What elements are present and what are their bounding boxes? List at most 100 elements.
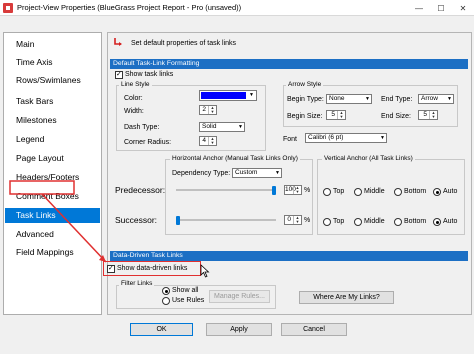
color-picker[interactable]: ▼ xyxy=(199,90,257,101)
predecessor-slider-thumb[interactable] xyxy=(272,186,276,195)
vertical-anchor-title: Vertical Anchor (All Task Links) xyxy=(322,155,415,163)
font-label: Font xyxy=(283,136,298,143)
pred-bottom-radio[interactable] xyxy=(394,188,402,196)
pred-middle-radio[interactable] xyxy=(354,188,362,196)
end-size-label: End Size: xyxy=(381,113,411,120)
ok-button[interactable]: OK xyxy=(130,323,193,336)
cancel-button[interactable]: Cancel xyxy=(281,323,347,336)
successor-percent: % xyxy=(304,217,311,224)
pred-bottom-label: Bottom xyxy=(404,188,427,195)
begin-size-value: 5 xyxy=(331,111,335,118)
nav-item-task-bars[interactable]: Task Bars xyxy=(5,94,100,109)
corner-radius-stepper[interactable]: 4 ▲ ▼ xyxy=(199,136,217,146)
page-header: Set default properties of task links xyxy=(131,40,237,47)
show-all-label: Show all xyxy=(172,287,199,294)
successor-slider-thumb[interactable] xyxy=(176,216,180,225)
nav-item-rows-swimlanes[interactable]: Rows/Swimlanes xyxy=(5,73,100,88)
manage-rules-button[interactable]: Manage Rules... xyxy=(209,290,270,303)
where-are-my-links-button[interactable]: Where Are My Links? xyxy=(299,291,394,304)
spin-arrows-icon[interactable]: ▲ ▼ xyxy=(208,137,216,145)
succ-bottom-radio[interactable] xyxy=(394,218,402,226)
successor-input[interactable]: 0 ▲ ▼ xyxy=(284,215,302,225)
width-stepper[interactable]: 2 ▲ ▼ xyxy=(199,105,217,115)
app-icon xyxy=(3,3,13,13)
show-all-radio[interactable] xyxy=(162,287,170,295)
color-swatch xyxy=(201,92,246,99)
show-task-links-checkbox[interactable] xyxy=(115,70,123,79)
succ-top-radio[interactable] xyxy=(323,218,331,226)
window-controls: — ☐ ✕ xyxy=(408,0,474,16)
task-link-icon xyxy=(114,38,122,46)
predecessor-input[interactable]: 100 ▲ ▼ xyxy=(284,185,302,195)
minimize-icon[interactable]: — xyxy=(408,0,430,16)
nav-item-legend[interactable]: Legend xyxy=(5,132,100,147)
font-select[interactable]: Calibri (6 pt) ▼ xyxy=(305,133,387,143)
succ-bottom-label: Bottom xyxy=(404,218,427,225)
dependency-type-label: Dependency Type: xyxy=(172,170,231,177)
spin-arrows-icon[interactable]: ▲ ▼ xyxy=(293,216,301,224)
end-size-value: 5 xyxy=(423,111,427,118)
width-value: 2 xyxy=(202,106,206,113)
use-rules-radio[interactable] xyxy=(162,297,170,305)
succ-middle-label: Middle xyxy=(364,218,385,225)
nav-item-advanced[interactable]: Advanced xyxy=(5,227,100,242)
successor-label: Successor: xyxy=(115,215,158,225)
nav-item-field-mappings[interactable]: Field Mappings xyxy=(5,245,100,260)
font-value: Calibri (6 pt) xyxy=(308,134,344,141)
nav-item-comment-boxes[interactable]: Comment Boxes xyxy=(5,189,100,204)
predecessor-label: Predecessor: xyxy=(115,185,166,195)
highlight-box xyxy=(103,261,201,276)
spin-arrows-icon[interactable]: ▲ ▼ xyxy=(208,106,216,114)
chevron-down-icon: ▼ xyxy=(275,170,280,176)
section-title-default: Default Task-Link Formatting xyxy=(110,59,468,69)
predecessor-percent: % xyxy=(304,187,311,194)
nav-item-headers-footers[interactable]: Headers/Footers xyxy=(5,170,100,185)
predecessor-slider-track[interactable] xyxy=(176,189,276,191)
dash-type-select[interactable]: Solid ▼ xyxy=(199,122,245,132)
successor-slider-track[interactable] xyxy=(176,219,276,221)
nav-item-main[interactable]: Main xyxy=(5,37,100,52)
dependency-type-select[interactable]: Custom ▼ xyxy=(232,168,282,178)
nav-item-page-layout[interactable]: Page Layout xyxy=(5,151,100,166)
begin-type-label: Begin Type: xyxy=(287,96,324,103)
pred-top-radio[interactable] xyxy=(323,188,331,196)
begin-type-select[interactable]: None ▼ xyxy=(326,94,372,104)
succ-auto-label: Auto xyxy=(443,218,458,225)
arrow-style-title: Arrow Style xyxy=(286,81,324,89)
succ-auto-radio[interactable] xyxy=(433,218,441,226)
pred-top-label: Top xyxy=(333,188,345,195)
spin-arrows-icon[interactable]: ▲ ▼ xyxy=(337,111,345,119)
corner-radius-label: Corner Radius: xyxy=(124,139,172,146)
end-type-value: Arrow xyxy=(421,95,438,102)
section-title-data-driven: Data-Driven Task Links xyxy=(110,251,468,261)
dash-type-label: Dash Type: xyxy=(124,124,160,131)
nav-item-task-links[interactable]: Task Links xyxy=(5,208,100,223)
end-size-stepper[interactable]: 5 ▲ ▼ xyxy=(418,110,438,120)
close-icon[interactable]: ✕ xyxy=(452,0,474,16)
end-type-label: End Type: xyxy=(381,96,413,103)
maximize-icon[interactable]: ☐ xyxy=(430,0,452,16)
end-type-select[interactable]: Arrow ▼ xyxy=(418,94,454,104)
succ-middle-radio[interactable] xyxy=(354,218,362,226)
pred-middle-label: Middle xyxy=(364,188,385,195)
chevron-down-icon: ▼ xyxy=(365,96,370,102)
corner-radius-value: 4 xyxy=(202,137,206,144)
line-style-title: Line Style xyxy=(119,81,152,89)
nav-item-milestones[interactable]: Milestones xyxy=(5,113,100,128)
window-title: Project-View Properties (BlueGrass Proje… xyxy=(17,3,242,12)
use-rules-label: Use Rules xyxy=(172,297,205,304)
pred-auto-radio[interactable] xyxy=(433,188,441,196)
show-task-links-label: Show task links xyxy=(125,71,174,78)
mouse-cursor-icon xyxy=(200,264,210,278)
begin-size-stepper[interactable]: 5 ▲ ▼ xyxy=(326,110,346,120)
filter-links-title: Filter Links xyxy=(119,280,155,288)
pred-auto-label: Auto xyxy=(443,188,458,195)
succ-top-label: Top xyxy=(333,218,345,225)
dash-type-value: Solid xyxy=(202,123,217,130)
apply-button[interactable]: Apply xyxy=(206,323,272,336)
spin-arrows-icon[interactable]: ▲ ▼ xyxy=(429,111,437,119)
nav-item-time-axis[interactable]: Time Axis xyxy=(5,55,100,70)
spin-arrows-icon[interactable]: ▲ ▼ xyxy=(293,186,301,194)
color-label: Color: xyxy=(124,95,143,102)
chevron-down-icon: ▼ xyxy=(249,92,254,98)
